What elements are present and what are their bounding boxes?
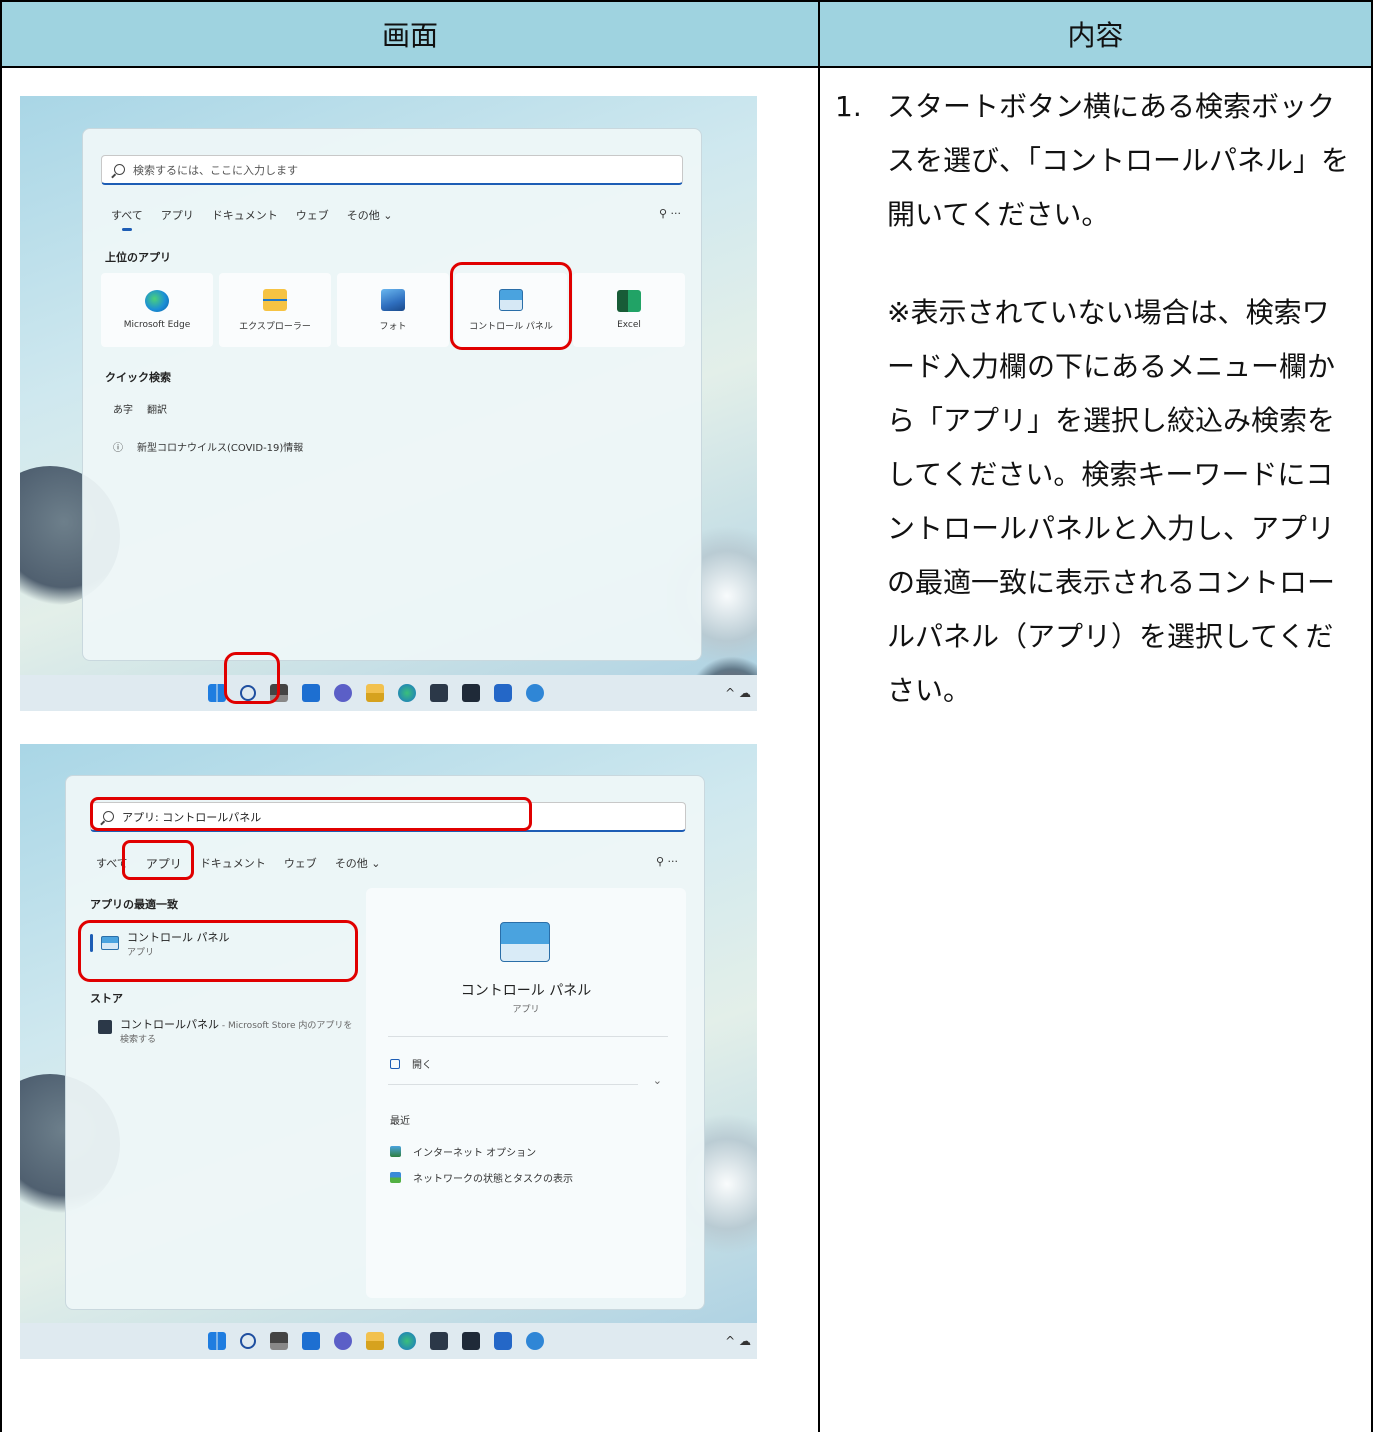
tab-web[interactable]: ウェブ xyxy=(284,855,317,872)
quick-item-label: 新型コロナウイルス(COVID-19)情報 xyxy=(137,443,304,454)
store-icon[interactable] xyxy=(430,684,448,702)
tab-web[interactable]: ウェブ xyxy=(296,207,329,223)
best-match-label: アプリの最適一致 xyxy=(90,898,178,911)
store-icon xyxy=(98,1020,112,1034)
app-tile-excel[interactable]: Excel xyxy=(573,273,685,347)
photos-icon xyxy=(381,288,405,311)
widgets-icon[interactable] xyxy=(302,684,320,702)
system-tray[interactable]: ^ ☁ xyxy=(725,686,751,700)
app-tile-explorer[interactable]: エクスプローラー xyxy=(219,273,331,347)
search-icon xyxy=(114,164,125,175)
column-divider xyxy=(818,66,820,1432)
recent-item-network-status[interactable]: ネットワークの状態とタスクの表示 xyxy=(390,1170,573,1185)
detail-subtitle: アプリ xyxy=(512,1005,540,1015)
highlight-apps-tab xyxy=(122,840,194,880)
quick-item-translate[interactable]: あ字 翻訳 xyxy=(113,401,167,416)
help-icon[interactable] xyxy=(526,684,544,702)
network-icon xyxy=(390,1172,401,1183)
search-input[interactable]: 検索するには、ここに入力します xyxy=(101,155,683,185)
screenshot-app-search: アプリ: コントロールパネル すべて アプリ ドキュメント ウェブ その他 ⌄ … xyxy=(20,744,757,1359)
instruction-note: ※表示されていない場合は、検索ワード入力欄の下にあるメニュー欄から「アプリ」を選… xyxy=(887,296,1336,707)
app-icon[interactable] xyxy=(494,684,512,702)
instruction-text: 1. スタートボタン横にある検索ボックスを選び、「コントロールパネル」を開いてく… xyxy=(835,80,1355,718)
excel-icon xyxy=(617,290,641,312)
divider xyxy=(388,1036,668,1037)
app-label: Microsoft Edge xyxy=(123,320,191,330)
more-options-icon[interactable]: ⚲ ··· xyxy=(656,855,678,868)
store-result[interactable]: コントロールパネル - Microsoft Store 内のアプリを検索する xyxy=(98,1016,358,1045)
store-label: ストア xyxy=(90,992,123,1005)
column-header-content: 内容 xyxy=(820,2,1371,68)
open-label: 開く xyxy=(412,1060,432,1071)
amazon-icon[interactable] xyxy=(462,1332,480,1350)
taskbar: ^ ☁ xyxy=(20,1323,757,1359)
search-icon[interactable] xyxy=(240,1333,256,1349)
tab-all[interactable]: すべて xyxy=(111,207,143,223)
app-tile-photos[interactable]: フォト xyxy=(337,273,449,347)
highlight-control-panel xyxy=(450,262,572,350)
app-tile-edge[interactable]: Microsoft Edge xyxy=(101,273,213,347)
taskbar: ^ ☁ xyxy=(20,675,757,711)
app-label: フォト xyxy=(379,321,407,332)
recent-item-internet-options[interactable]: インターネット オプション xyxy=(390,1144,536,1159)
amazon-icon[interactable] xyxy=(462,684,480,702)
top-apps-row: Microsoft Edge エクスプローラー フォト コントロール パネル E… xyxy=(101,273,685,347)
search-placeholder: 検索するには、ここに入力します xyxy=(133,163,298,177)
help-icon[interactable] xyxy=(526,1332,544,1350)
tab-documents[interactable]: ドキュメント xyxy=(212,207,278,223)
column-header-screen: 画面 xyxy=(2,2,820,68)
chat-icon[interactable] xyxy=(334,684,352,702)
quick-item-covid[interactable]: ⓘ 新型コロナウイルス(COVID-19)情報 xyxy=(113,439,303,454)
search-filter-tabs: すべて アプリ ドキュメント ウェブ その他 ⌄ xyxy=(111,207,393,223)
store-result-text: コントロールパネル - Microsoft Store 内のアプリを検索する xyxy=(120,1016,358,1045)
task-view-icon[interactable] xyxy=(270,1332,288,1350)
widgets-icon[interactable] xyxy=(302,1332,320,1350)
tab-documents[interactable]: ドキュメント xyxy=(200,855,266,872)
app-label: Excel xyxy=(617,320,641,330)
highlight-search-button xyxy=(224,652,280,704)
file-explorer-icon xyxy=(263,288,287,311)
tab-more[interactable]: その他 ⌄ xyxy=(347,207,393,223)
highlight-best-match xyxy=(78,920,358,982)
info-icon: ⓘ xyxy=(113,443,123,454)
quick-item-label: 翻訳 xyxy=(147,405,167,416)
recent-item-label: ネットワークの状態とタスクの表示 xyxy=(413,1174,573,1185)
screenshot-start-search: 検索するには、ここに入力します すべて アプリ ドキュメント ウェブ その他 ⌄… xyxy=(20,96,757,711)
store-item-title: コントロールパネル xyxy=(120,1018,219,1031)
tab-apps[interactable]: アプリ xyxy=(161,207,194,223)
tab-more[interactable]: その他 ⌄ xyxy=(335,855,381,872)
quick-search-label: クイック検索 xyxy=(105,371,171,384)
step-number: 1. xyxy=(835,90,862,123)
recent-item-label: インターネット オプション xyxy=(413,1148,537,1159)
translate-icon: あ字 xyxy=(113,405,133,416)
app-label: エクスプローラー xyxy=(239,321,311,332)
system-tray[interactable]: ^ ☁ xyxy=(725,1334,751,1348)
store-icon[interactable] xyxy=(430,1332,448,1350)
open-action[interactable]: 開く xyxy=(390,1056,432,1071)
detail-pane: コントロール パネル アプリ 開く ⌄ 最近 インターネット オプション ネット… xyxy=(366,888,686,1298)
file-explorer-icon[interactable] xyxy=(366,1332,384,1350)
highlight-search-box xyxy=(90,797,532,831)
open-icon xyxy=(390,1058,400,1069)
chat-icon[interactable] xyxy=(334,1332,352,1350)
top-apps-label: 上位のアプリ xyxy=(105,251,171,264)
chevron-down-icon[interactable]: ⌄ xyxy=(653,1074,662,1087)
edge-icon[interactable] xyxy=(398,684,416,702)
start-search-panel: 検索するには、ここに入力します すべて アプリ ドキュメント ウェブ その他 ⌄… xyxy=(82,128,702,661)
edge-icon[interactable] xyxy=(398,1332,416,1350)
instruction-main: スタートボタン横にある検索ボックスを選び、「コントロールパネル」を開いてください… xyxy=(887,90,1350,231)
file-explorer-icon[interactable] xyxy=(366,684,384,702)
more-options-icon[interactable]: ⚲ ··· xyxy=(659,207,681,220)
detail-title: コントロール パネル xyxy=(460,983,592,999)
edge-icon xyxy=(145,290,169,312)
recent-label: 最近 xyxy=(390,1116,410,1127)
app-icon[interactable] xyxy=(494,1332,512,1350)
control-panel-icon xyxy=(500,922,550,962)
divider xyxy=(388,1084,638,1085)
start-icon[interactable] xyxy=(208,1332,226,1350)
internet-options-icon xyxy=(390,1146,401,1157)
